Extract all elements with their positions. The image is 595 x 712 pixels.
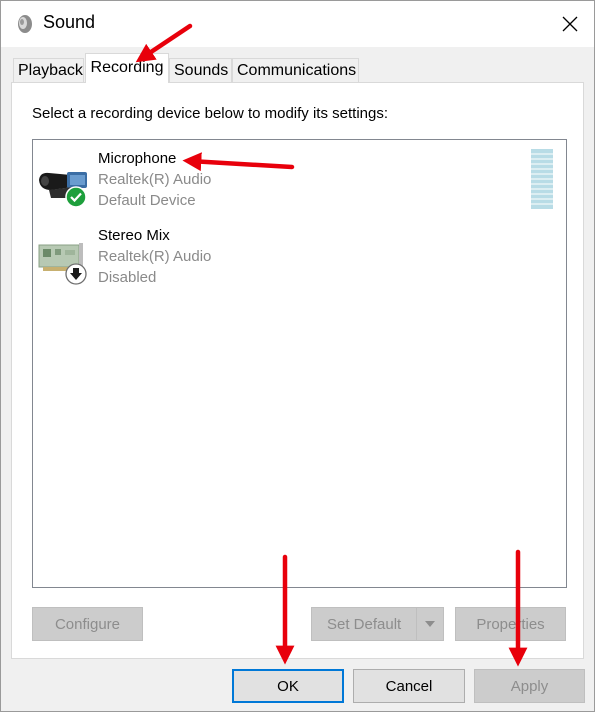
device-list[interactable]: Microphone Realtek(R) Audio Default Devi… — [32, 139, 567, 588]
sound-dialog: Sound Playback Recording Sounds Communic… — [0, 0, 595, 712]
tab-communications[interactable]: Communications — [232, 58, 359, 82]
ok-button[interactable]: OK — [232, 669, 344, 703]
device-name: Microphone — [98, 150, 177, 167]
device-stereo-mix[interactable]: Stereo Mix Realtek(R) Audio Disabled — [33, 227, 513, 299]
device-driver: Realtek(R) Audio — [98, 248, 212, 265]
close-button[interactable] — [546, 1, 594, 47]
apply-button[interactable]: Apply — [474, 669, 585, 703]
recording-panel: Select a recording device below to modif… — [11, 82, 584, 659]
down-arrow-badge-icon — [65, 263, 87, 285]
chevron-down-icon — [425, 621, 435, 627]
instruction-text: Select a recording device below to modif… — [32, 105, 389, 122]
level-meter — [531, 149, 553, 209]
tab-recording[interactable]: Recording — [85, 53, 169, 83]
device-status: Disabled — [98, 269, 157, 286]
device-driver: Realtek(R) Audio — [98, 171, 212, 188]
set-default-button[interactable]: Set Default — [311, 607, 444, 641]
window-title: Sound — [43, 12, 96, 32]
device-name: Stereo Mix — [98, 227, 170, 244]
set-default-label: Set Default — [327, 615, 402, 633]
cancel-button[interactable]: Cancel — [353, 669, 465, 703]
title-bar: Sound — [1, 1, 594, 47]
close-icon — [562, 16, 578, 32]
tab-sounds[interactable]: Sounds — [169, 58, 232, 82]
speaker-icon — [18, 15, 32, 33]
device-status: Default Device — [98, 192, 196, 209]
properties-button[interactable]: Properties — [455, 607, 566, 641]
configure-button[interactable]: Configure — [32, 607, 143, 641]
check-badge-icon — [65, 186, 87, 208]
tab-playback[interactable]: Playback — [13, 58, 84, 82]
device-microphone[interactable]: Microphone Realtek(R) Audio Default Devi… — [33, 150, 513, 222]
set-default-dropdown[interactable] — [416, 608, 443, 640]
